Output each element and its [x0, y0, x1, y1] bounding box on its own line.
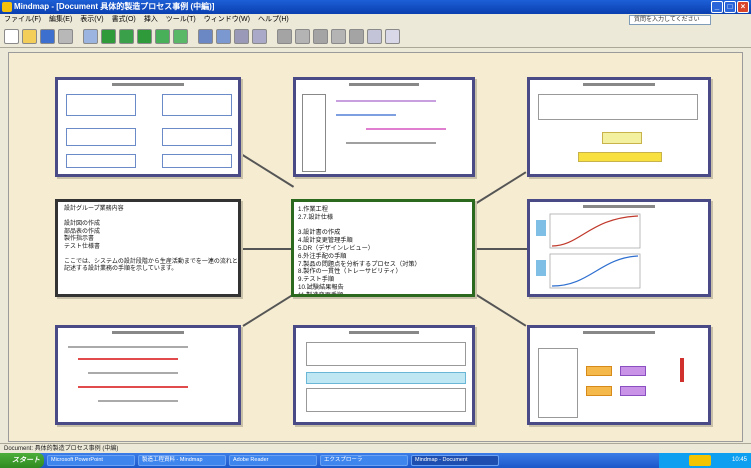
chart-icon[interactable] [119, 29, 134, 44]
print-icon[interactable] [58, 29, 73, 44]
minimize-button[interactable]: _ [711, 1, 723, 13]
chart-icon[interactable] [101, 29, 116, 44]
arrow-down-icon [680, 358, 684, 382]
center-node-line: 5.DR（デザインレビュー） [298, 244, 374, 252]
connector-line [475, 248, 527, 250]
taskbar-item[interactable]: Microsoft PowerPoint [47, 455, 135, 466]
grid-icon[interactable] [234, 29, 249, 44]
zoom-icon[interactable] [198, 29, 213, 44]
window-title: Mindmap - [Document 具体的製造プロセス事例 (中編)] [14, 2, 215, 11]
window-controls: _ □ × [711, 1, 749, 13]
connector-line [474, 293, 527, 327]
new-file-icon[interactable] [4, 29, 19, 44]
connector-line [242, 293, 295, 327]
app-window: Mindmap - [Document 具体的製造プロセス事例 (中編)] _ … [0, 0, 751, 468]
thumbnail-card-top-right[interactable] [527, 77, 711, 177]
left-node-text: 設計グループ業務内容 設計図の作成 部品表の作成 製作指示書 テスト仕様書 ここでは、… [64, 206, 241, 274]
menu-window[interactable]: ウィンドウ(W) [204, 14, 250, 26]
maximize-button[interactable]: □ [724, 1, 736, 13]
taskbar: スタート Microsoft PowerPoint 製造工程資料 - Mindm… [0, 453, 751, 468]
arrow-icon[interactable] [385, 29, 400, 44]
center-node-text: 1.作業工程 2.7.設計仕様 3.設計書の作成 4.設計変更管理手順 5.DR（デザ… [298, 206, 421, 297]
close-button[interactable]: × [737, 1, 749, 13]
thumbnail-card-top-center[interactable] [293, 77, 475, 177]
system-tray: 10:45 [659, 453, 751, 468]
notification-icon[interactable] [689, 455, 711, 466]
connector-line [239, 248, 291, 250]
table-icon[interactable] [173, 29, 188, 44]
menu-file[interactable]: ファイル(F) [4, 14, 41, 26]
title-bar[interactable]: Mindmap - [Document 具体的製造プロセス事例 (中編)] _ … [0, 0, 751, 14]
menu-edit[interactable]: 編集(E) [49, 14, 72, 26]
frame-icon[interactable] [313, 29, 328, 44]
table-icon[interactable] [155, 29, 170, 44]
connector-line [240, 153, 295, 188]
menu-insert[interactable]: 挿入 [144, 14, 158, 26]
toolbar-separator [270, 29, 274, 44]
left-node-line: 製作指示書 [64, 236, 95, 242]
left-node-line: ここでは、システムの設計段階から生産活動までを一連の流れとして [64, 258, 241, 265]
thumbnail-card-bottom-center[interactable] [293, 325, 475, 425]
status-bar: Document: 具体的製造プロセス事例 (中編) [0, 443, 751, 453]
grid-icon[interactable] [252, 29, 267, 44]
left-node-line [64, 214, 238, 222]
menu-view[interactable]: 表示(V) [80, 14, 103, 26]
menu-help[interactable]: ヘルプ(H) [258, 14, 289, 26]
connector-line [474, 171, 527, 205]
thumbnail-card-bottom-left[interactable] [55, 325, 241, 425]
left-node-line: 設計グループ業務内容 [64, 206, 124, 212]
center-node[interactable]: 1.作業工程 2.7.設計仕様 3.設計書の作成 4.設計変更管理手順 5.DR（デザ… [291, 199, 475, 297]
chart-thumbnail-icon [536, 213, 641, 289]
clock: 10:45 [731, 457, 747, 463]
layout-icon[interactable] [367, 29, 382, 44]
center-node-line: 8.製作の一貫性（トレーサビリティ） [298, 268, 402, 276]
menu-tools[interactable]: ツール(T) [166, 14, 196, 26]
frame-icon[interactable] [349, 29, 364, 44]
app-icon [2, 2, 12, 12]
left-node-line: テスト仕様書 [64, 243, 101, 250]
left-node-line: 設計図の作成 [64, 221, 101, 227]
taskbar-item[interactable]: 製造工程資料 - Mindmap [138, 455, 226, 466]
start-button[interactable]: スタート [0, 453, 44, 468]
left-node-line [64, 251, 238, 259]
center-node-line: 11.製造変更手順 [298, 291, 344, 297]
text-card-left[interactable]: 設計グループ業務内容 設計図の作成 部品表の作成 製作指示書 テスト仕様書 ここでは、… [55, 199, 241, 297]
toolbar-separator [76, 29, 80, 44]
left-node-line: 記述する設計業務の手順を示しています。 [64, 266, 178, 272]
taskbar-item-active[interactable]: Mindmap - Document [411, 455, 499, 466]
cut-icon[interactable] [83, 29, 98, 44]
mindmap-canvas[interactable]: 設計グループ業務内容 設計図の作成 部品表の作成 製作指示書 テスト仕様書 ここでは、… [8, 52, 743, 442]
center-node-line: 10.試験結果報告 [298, 283, 344, 291]
left-node-line: 部品表の作成 [64, 228, 101, 235]
taskbar-item[interactable]: エクスプローラ [320, 455, 408, 466]
center-node-line: 1.作業工程 [298, 206, 328, 213]
thumbnail-card-top-left[interactable] [55, 77, 241, 177]
open-folder-icon[interactable] [22, 29, 37, 44]
zoom-icon[interactable] [216, 29, 231, 44]
toolbar-separator [191, 29, 195, 44]
taskbar-item[interactable]: Adobe Reader [229, 455, 317, 466]
help-search-input[interactable]: 質問を入力してください [629, 15, 711, 25]
save-icon[interactable] [40, 29, 55, 44]
frame-icon[interactable] [277, 29, 292, 44]
menu-bar: ファイル(F) 編集(E) 表示(V) 書式(O) 挿入 ツール(T) ウィンド… [0, 14, 751, 26]
menu-format[interactable]: 書式(O) [112, 14, 136, 26]
thumbnail-card-bottom-right[interactable] [527, 325, 711, 425]
center-node-line: 4.設計変更管理手順 [298, 237, 353, 245]
frame-icon[interactable] [295, 29, 310, 44]
toolbar [0, 26, 751, 48]
frame-icon[interactable] [331, 29, 346, 44]
center-node-line: 2.7.設計仕様 [298, 213, 334, 221]
chart-icon[interactable] [137, 29, 152, 44]
center-node-line: 6.外注手配の手順 [298, 252, 347, 260]
chart-card-right[interactable] [527, 199, 711, 297]
center-node-line: 9.テスト手順 [298, 276, 335, 284]
